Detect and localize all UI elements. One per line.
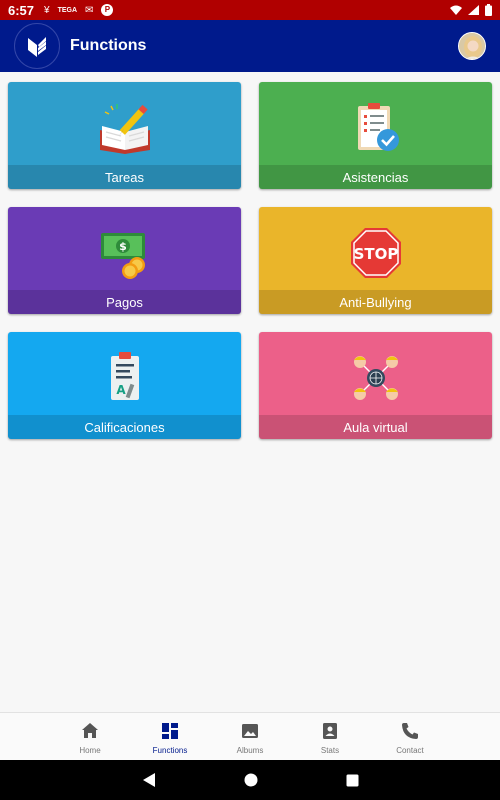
page-title: Functions — [70, 37, 147, 54]
app-bar: Functions — [0, 20, 500, 72]
money-coins-icon: $ — [100, 233, 145, 279]
home-circle-icon[interactable] — [244, 773, 258, 787]
card-label-aula-virtual: Aula virtual — [259, 415, 492, 439]
nav-label-albums: Albums — [236, 746, 264, 755]
nav-label-functions: Functions — [152, 746, 188, 755]
app-logo-icon — [14, 23, 60, 69]
card-pagos[interactable]: $ Pagos — [8, 207, 241, 314]
photo-icon — [242, 724, 258, 738]
status-indicators — [450, 4, 492, 16]
book-pencil-icon — [99, 104, 150, 154]
status-time: 6:57 — [8, 2, 35, 18]
notification-icon-2: TEGA — [57, 6, 78, 14]
card-asistencias[interactable]: Asistencias — [259, 82, 492, 189]
nav-label-home: Home — [79, 746, 101, 755]
notification-icon-1: ¥ — [44, 4, 50, 16]
card-calificaciones[interactable]: A Calificaciones — [8, 332, 241, 439]
wifi-icon — [450, 5, 462, 15]
svg-text:A: A — [116, 383, 126, 397]
recents-icon[interactable] — [346, 774, 359, 787]
nav-label-contact: Contact — [396, 746, 424, 755]
home-icon — [82, 723, 98, 738]
battery-icon — [485, 4, 492, 16]
notification-icon-4: P — [101, 4, 114, 16]
card-label-anti-bullying: Anti-Bullying — [259, 290, 492, 314]
status-bar: 6:57 ¥ TEGA ✉ P — [0, 0, 500, 20]
svg-text:$: $ — [119, 240, 127, 253]
back-icon[interactable] — [142, 772, 156, 788]
stop-sign-icon: STOP — [350, 228, 401, 278]
bottom-nav: Home Functions Albums Stats Contact — [0, 712, 500, 760]
card-label-asistencias: Asistencias — [259, 165, 492, 189]
svg-text:STOP: STOP — [353, 245, 398, 263]
avatar[interactable] — [458, 32, 486, 60]
notification-icons: ¥ TEGA ✉ P — [44, 4, 114, 16]
nav-albums[interactable]: Albums — [223, 713, 277, 760]
network-people-icon — [353, 356, 398, 400]
card-tareas[interactable]: Tareas — [8, 82, 241, 189]
dashboard-icon — [162, 723, 178, 739]
nav-stats[interactable]: Stats — [303, 713, 357, 760]
nav-home[interactable]: Home — [63, 713, 117, 760]
stats-icon — [323, 723, 337, 739]
signal-icon — [468, 5, 479, 15]
card-aula-virtual[interactable]: Aula virtual — [259, 332, 492, 439]
card-label-tareas: Tareas — [8, 165, 241, 189]
phone-icon — [402, 723, 418, 739]
nav-contact[interactable]: Contact — [383, 713, 437, 760]
graded-paper-icon: A — [110, 352, 139, 400]
nav-label-stats: Stats — [320, 746, 340, 755]
system-nav-bar — [0, 760, 500, 800]
checklist-clipboard-icon — [357, 103, 399, 151]
functions-grid: Tareas Asistencias $ Pagos STOP Anti-Bul… — [8, 82, 492, 439]
card-label-calificaciones: Calificaciones — [8, 415, 241, 439]
notification-icon-3: ✉ — [85, 4, 94, 16]
nav-functions[interactable]: Functions — [143, 713, 197, 760]
card-anti-bullying[interactable]: STOP Anti-Bullying — [259, 207, 492, 314]
card-label-pagos: Pagos — [8, 290, 241, 314]
